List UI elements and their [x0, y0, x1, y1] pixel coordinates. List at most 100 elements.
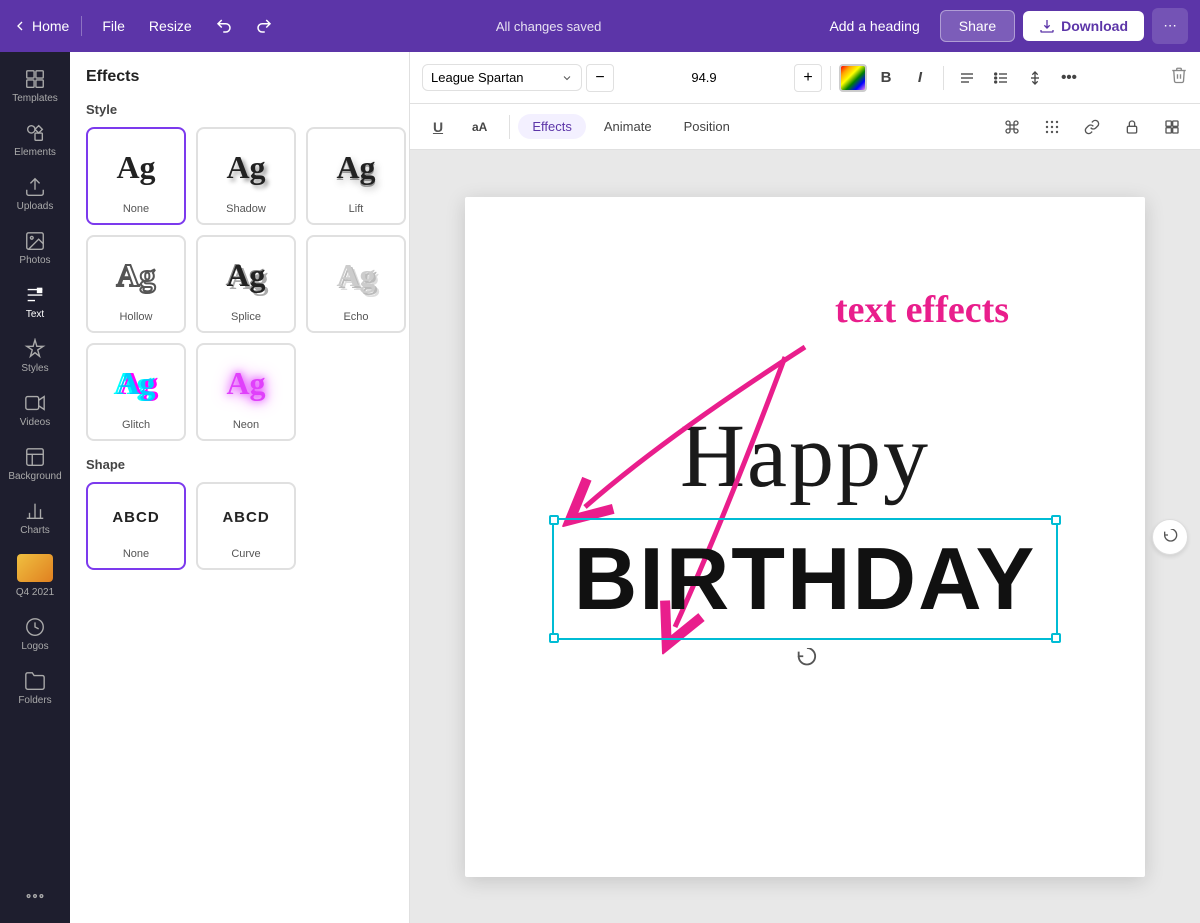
paint-format-button[interactable]	[996, 111, 1028, 143]
increase-font-size[interactable]: +	[794, 64, 822, 92]
elements-label: Elements	[14, 147, 56, 158]
effects-panel: Effects Style Ag None Ag Shadow Ag Lift …	[70, 52, 410, 923]
style-shadow-label: Shadow	[226, 203, 266, 215]
style-preview-neon: Ag	[206, 353, 286, 413]
style-splice-label: Splice	[231, 311, 261, 323]
add-heading-button[interactable]: Add a heading	[817, 12, 931, 40]
resize-menu[interactable]: Resize	[141, 14, 200, 38]
italic-button[interactable]: I	[905, 63, 935, 93]
style-none[interactable]: Ag None	[86, 127, 186, 225]
uploads-icon	[24, 176, 46, 198]
style-lift-label: Lift	[349, 203, 364, 215]
canvas[interactable]: text effects Happy	[465, 197, 1145, 877]
shape-preview-none: ABCD	[96, 492, 176, 542]
style-preview-hollow: Ag	[96, 245, 176, 305]
dots-grid-button[interactable]	[1036, 111, 1068, 143]
style-echo[interactable]: Ag Echo	[306, 235, 406, 333]
align-button[interactable]	[952, 63, 982, 93]
handle-tl[interactable]	[549, 515, 559, 525]
background-icon	[24, 446, 46, 468]
style-glitch[interactable]: Ag Glitch	[86, 343, 186, 441]
shape-section-title: Shape	[86, 457, 393, 472]
svg-text:text effects: text effects	[835, 289, 1009, 331]
sidebar-item-folders[interactable]: Folders	[4, 662, 66, 714]
handle-tr[interactable]	[1051, 515, 1061, 525]
list-button[interactable]	[986, 63, 1016, 93]
panel-title: Effects	[86, 68, 393, 86]
file-menu[interactable]: File	[94, 14, 133, 38]
sidebar-item-charts[interactable]: Charts	[4, 492, 66, 544]
birthday-container[interactable]: BIRTHDAY	[552, 518, 1059, 668]
sidebar-item-videos[interactable]: Videos	[4, 384, 66, 436]
redo-button[interactable]	[248, 10, 280, 42]
sep1	[830, 66, 831, 90]
shape-grid: ABCD None ABCD Curve	[86, 482, 393, 570]
rotate-handle[interactable]	[795, 648, 815, 668]
toolbar-strip: League Spartan − + B I •••	[410, 52, 1200, 104]
position-tab[interactable]: Position	[670, 114, 744, 139]
more-options-button[interactable]: ⋯	[1152, 8, 1188, 44]
q4-thumbnail	[17, 554, 53, 582]
delete-button[interactable]	[1170, 66, 1188, 89]
shape-curve[interactable]: ABCD Curve	[196, 482, 296, 570]
shape-none-label: None	[123, 548, 149, 560]
more-sidebar-icon	[24, 885, 46, 907]
sidebar-item-styles[interactable]: Styles	[4, 330, 66, 382]
charts-icon	[24, 500, 46, 522]
more-text-options[interactable]: •••	[1054, 63, 1084, 93]
spacing-button[interactable]	[1020, 63, 1050, 93]
aa-button[interactable]: aA	[458, 115, 501, 139]
effects-tab[interactable]: Effects	[518, 114, 586, 139]
style-glitch-label: Glitch	[122, 419, 150, 431]
style-preview-glitch: Ag	[96, 353, 176, 413]
style-none-label: None	[123, 203, 149, 215]
style-echo-label: Echo	[343, 311, 368, 323]
decrease-font-size[interactable]: −	[586, 64, 614, 92]
font-selector[interactable]: League Spartan	[422, 64, 582, 91]
handle-bl[interactable]	[549, 633, 559, 643]
charts-label: Charts	[20, 525, 49, 536]
handle-br[interactable]	[1051, 633, 1061, 643]
sidebar-item-logos[interactable]: Logos	[4, 608, 66, 660]
back-button[interactable]: Home	[12, 18, 69, 34]
style-shadow[interactable]: Ag Shadow	[196, 127, 296, 225]
style-hollow-label: Hollow	[119, 311, 152, 323]
share-button[interactable]: Share	[940, 10, 1015, 42]
style-lift[interactable]: Ag Lift	[306, 127, 406, 225]
sidebar-item-text[interactable]: Text	[4, 276, 66, 328]
font-size-input[interactable]	[616, 70, 792, 85]
sidebar-item-photos[interactable]: Photos	[4, 222, 66, 274]
styles-icon	[24, 338, 46, 360]
style-preview-splice: Ag	[206, 245, 286, 305]
sidebar-item-more[interactable]	[4, 877, 66, 915]
nav-divider	[81, 16, 82, 36]
bold-button[interactable]: B	[871, 63, 901, 93]
style-neon[interactable]: Ag Neon	[196, 343, 296, 441]
folders-label: Folders	[18, 695, 51, 706]
style-grid: Ag None Ag Shadow Ag Lift Ag Hollow Ag S…	[86, 127, 393, 441]
sidebar-item-elements[interactable]: Elements	[4, 114, 66, 166]
lock-button[interactable]	[1116, 111, 1148, 143]
undo-button[interactable]	[208, 10, 240, 42]
sidebar-item-templates[interactable]: Templates	[4, 60, 66, 112]
color-picker[interactable]	[839, 64, 867, 92]
canvas-birthday-text[interactable]: BIRTHDAY	[574, 528, 1037, 630]
animate-tab[interactable]: Animate	[590, 114, 666, 139]
templates-icon	[24, 68, 46, 90]
underline-button[interactable]: U	[422, 111, 454, 143]
style-hollow[interactable]: Ag Hollow	[86, 235, 186, 333]
link-button[interactable]	[1076, 111, 1108, 143]
rotate-canvas-button[interactable]	[1152, 519, 1188, 555]
shape-none[interactable]: ABCD None	[86, 482, 186, 570]
background-label: Background	[8, 471, 61, 482]
style-splice[interactable]: Ag Splice	[196, 235, 296, 333]
sidebar-item-q4[interactable]: Q4 2021	[4, 546, 66, 606]
canvas-wrapper: text effects Happy	[410, 150, 1200, 923]
sidebar-item-uploads[interactable]: Uploads	[4, 168, 66, 220]
folders-icon	[24, 670, 46, 692]
home-nav-label: Home	[32, 18, 69, 34]
canvas-happy-text[interactable]: Happy	[680, 405, 930, 508]
layers-button[interactable]	[1156, 111, 1188, 143]
sidebar-item-background[interactable]: Background	[4, 438, 66, 490]
download-button[interactable]: Download	[1023, 11, 1144, 41]
